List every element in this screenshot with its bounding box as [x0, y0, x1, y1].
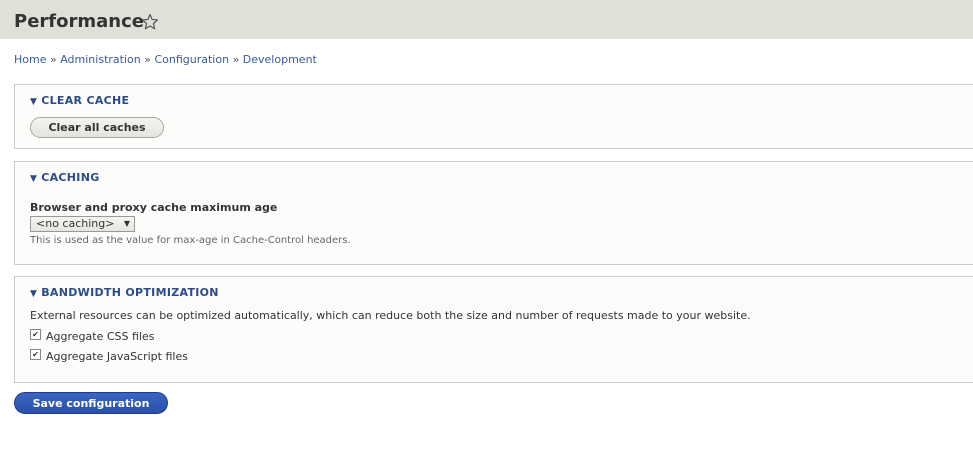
clear-cache-legend[interactable]: ▼ CLEAR CACHE — [30, 94, 129, 109]
bandwidth-optimization-fieldset: ▼ BANDWIDTH OPTIMIZATION External resourc… — [14, 276, 973, 383]
collapse-triangle-icon: ▼ — [30, 97, 38, 107]
collapse-triangle-icon: ▼ — [30, 174, 38, 184]
caching-legend[interactable]: ▼ CACHING — [30, 171, 100, 186]
max-age-help-text: This is used as the value for max-age in… — [30, 235, 351, 246]
collapse-triangle-icon: ▼ — [30, 289, 38, 299]
breadcrumb-separator: » — [49, 53, 61, 66]
aggregate-css-row: ✔ Aggregate CSS files — [30, 328, 154, 344]
aggregate-js-checkbox[interactable]: ✔ — [30, 348, 41, 360]
aggregate-css-checkbox[interactable]: ✔ — [30, 328, 41, 340]
max-age-selected-value: <no caching> — [36, 217, 115, 230]
bandwidth-description: External resources can be optimized auto… — [30, 309, 751, 322]
max-age-label: Browser and proxy cache maximum age — [30, 201, 278, 214]
breadcrumb-configuration[interactable]: Configuration — [154, 53, 229, 66]
caching-fieldset: ▼ CACHING Browser and proxy cache maximum… — [14, 161, 973, 265]
clear-all-caches-button[interactable]: Clear all caches — [30, 117, 164, 138]
breadcrumb-development[interactable]: Development — [243, 53, 317, 66]
aggregate-js-label[interactable]: Aggregate JavaScript files — [46, 350, 188, 363]
breadcrumb-separator: » — [232, 53, 243, 66]
bandwidth-optimization-legend[interactable]: ▼ BANDWIDTH OPTIMIZATION — [30, 286, 219, 301]
page-title: Performance — [14, 11, 144, 32]
chevron-down-icon: ▼ — [123, 219, 130, 228]
breadcrumb: Home » Administration » Configuration » … — [14, 53, 317, 67]
max-age-select[interactable]: <no caching> ▼ — [30, 216, 135, 232]
breadcrumb-administration[interactable]: Administration — [60, 53, 141, 66]
star-outline-icon[interactable] — [141, 13, 159, 31]
breadcrumb-home[interactable]: Home — [14, 53, 46, 66]
clear-cache-fieldset: ▼ CLEAR CACHE Clear all caches — [14, 84, 973, 149]
save-configuration-button[interactable]: Save configuration — [14, 392, 168, 414]
page-header: Performance — [0, 0, 973, 39]
breadcrumb-separator: » — [144, 53, 155, 66]
aggregate-js-row: ✔ Aggregate JavaScript files — [30, 348, 188, 364]
aggregate-css-label[interactable]: Aggregate CSS files — [46, 330, 154, 343]
